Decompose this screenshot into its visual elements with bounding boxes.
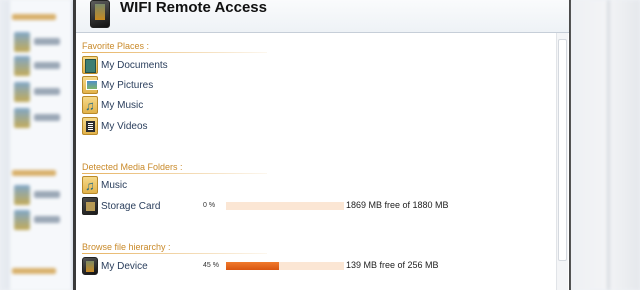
music-folder-icon: ♫ (82, 96, 98, 114)
free-space-text: 139 MB free of 256 MB (346, 260, 439, 270)
documents-folder-icon (82, 56, 98, 74)
device-icon (82, 257, 98, 275)
usage-bar (226, 262, 344, 270)
item-label: My Pictures (101, 80, 154, 91)
media-item-music[interactable]: ♫ Music (82, 176, 552, 196)
free-space-text: 1869 MB free of 1880 MB (346, 200, 449, 210)
favorite-item-my-videos[interactable]: My Videos (82, 117, 552, 137)
device-icon (90, 0, 110, 28)
favorite-item-my-pictures[interactable]: My Pictures (82, 76, 552, 96)
background-window (0, 0, 76, 290)
item-label: My Device (101, 261, 148, 272)
browse-divider (82, 253, 267, 254)
browse-item-my-device[interactable]: My Device 45 % 139 MB free of 256 MB (82, 257, 552, 277)
app-title: WIFI Remote Access (120, 0, 267, 16)
favorite-item-my-music[interactable]: ♫ My Music (82, 96, 552, 116)
media-divider (82, 173, 267, 174)
item-label: Storage Card (101, 201, 161, 212)
favorite-item-my-documents[interactable]: My Documents (82, 56, 552, 76)
storage-card-icon (82, 197, 98, 215)
media-item-storage-card[interactable]: Storage Card 0 % 1869 MB free of 1880 MB (82, 197, 552, 217)
music-folder-icon: ♫ (82, 176, 98, 194)
item-label: My Music (101, 100, 144, 111)
usage-percent: 0 % (203, 202, 216, 209)
item-label: My Documents (101, 60, 168, 71)
vertical-scrollbar[interactable] (556, 33, 568, 290)
browse-heading: Browse file hierarchy : (82, 242, 171, 252)
item-label: Music (101, 180, 128, 191)
item-label: My Videos (101, 121, 148, 132)
main-window: WIFI Remote Access Favorite Places : My … (73, 0, 571, 290)
media-heading: Detected Media Folders : (82, 162, 183, 172)
pictures-folder-icon (82, 76, 98, 94)
videos-folder-icon (82, 117, 98, 135)
title-bar: WIFI Remote Access (76, 0, 569, 33)
usage-percent: 45 % (203, 262, 219, 269)
favorites-divider (82, 52, 267, 53)
usage-bar (226, 202, 344, 210)
scrollbar-thumb[interactable] (558, 39, 567, 261)
favorites-heading: Favorite Places : (82, 41, 150, 51)
background-area-right (573, 0, 640, 290)
usage-bar-fill (226, 262, 280, 270)
